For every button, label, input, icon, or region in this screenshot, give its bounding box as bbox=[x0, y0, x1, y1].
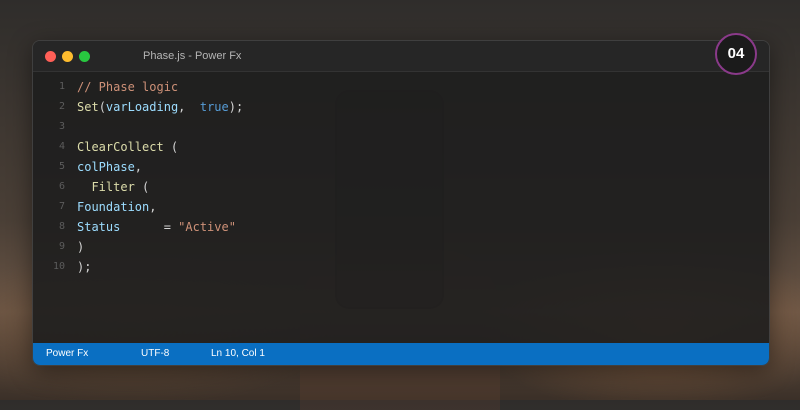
code-token: Status bbox=[77, 220, 121, 234]
code-token: ClearCollect bbox=[77, 140, 164, 154]
code-area[interactable]: 1// Phase logic 2 Set(varLoading, true); 3 4… bbox=[33, 77, 769, 277]
code-token: , bbox=[178, 100, 200, 114]
code-line: 9) bbox=[33, 237, 769, 257]
code-text: ) bbox=[77, 237, 84, 257]
code-token: varLoading bbox=[105, 100, 179, 114]
minimize-window-button[interactable] bbox=[62, 51, 73, 62]
window-title: Phase.js - Power Fx bbox=[143, 50, 242, 62]
line-number: 1 bbox=[58, 81, 65, 92]
step-number-badge: 04 bbox=[715, 33, 757, 75]
line-number: 4 bbox=[58, 141, 65, 152]
code-text: ClearCollect ( bbox=[77, 137, 178, 157]
code-text: Set(varLoading, true); bbox=[77, 97, 243, 117]
code-token: ); bbox=[77, 260, 92, 274]
code-text: ); bbox=[77, 257, 91, 277]
code-token: colPhase bbox=[77, 160, 135, 174]
code-text: Filter ( bbox=[77, 177, 149, 197]
status-bar: Power Fx UTF-8 Ln 10, Col 1 bbox=[33, 343, 769, 365]
code-token: , bbox=[134, 160, 143, 174]
line-number: 7 bbox=[58, 201, 65, 212]
code-token: ( bbox=[134, 180, 150, 194]
code-token: , bbox=[149, 200, 157, 214]
line-number: 2 bbox=[58, 101, 65, 112]
code-editor-window: Phase.js - Power Fx 1// Phase logic 2 Set(… bbox=[32, 40, 770, 366]
status-cursor-position[interactable]: Ln 10, Col 1 bbox=[211, 343, 265, 365]
title-bar: Phase.js - Power Fx bbox=[33, 41, 769, 72]
code-token: "Active" bbox=[178, 220, 236, 234]
code-token: // Phase logic bbox=[77, 80, 179, 94]
code-line: 4 ClearCollect ( bbox=[33, 137, 769, 157]
status-encoding[interactable]: UTF-8 bbox=[141, 343, 169, 365]
line-number: 9 bbox=[58, 241, 65, 252]
code-line: 7 Foundation, bbox=[33, 197, 769, 217]
code-line: 1 // Phase logic bbox=[33, 77, 769, 97]
code-text: colPhase, bbox=[77, 157, 142, 177]
code-line: 8 Status = "Active" bbox=[33, 217, 769, 237]
code-line: 10); bbox=[33, 257, 769, 277]
line-number: 5 bbox=[58, 161, 65, 172]
code-token: ) bbox=[77, 240, 85, 254]
code-text: Foundation, bbox=[77, 197, 156, 217]
code-token: Set bbox=[77, 100, 99, 114]
code-line: 2 Set(varLoading, true); bbox=[33, 97, 769, 117]
code-line: 5 colPhase, bbox=[33, 157, 769, 177]
code-line: 3 bbox=[33, 117, 769, 137]
code-text: Status = "Active" bbox=[77, 217, 236, 237]
maximize-window-button[interactable] bbox=[79, 51, 90, 62]
line-number: 10 bbox=[52, 261, 65, 272]
code-token: ( bbox=[163, 140, 179, 154]
code-token: Foundation bbox=[77, 200, 150, 214]
line-number: 6 bbox=[58, 181, 65, 192]
close-window-button[interactable] bbox=[45, 51, 56, 62]
line-number: 3 bbox=[58, 121, 65, 132]
code-token: = bbox=[120, 220, 179, 234]
code-text: // Phase logic bbox=[77, 77, 178, 97]
line-number: 8 bbox=[58, 221, 65, 232]
code-token: ( bbox=[98, 100, 106, 114]
code-token: true bbox=[199, 100, 229, 114]
code-line: 6 Filter ( bbox=[33, 177, 769, 197]
code-token: Filter bbox=[77, 180, 135, 194]
code-token: ); bbox=[228, 100, 244, 114]
status-language[interactable]: Power Fx bbox=[46, 343, 88, 365]
